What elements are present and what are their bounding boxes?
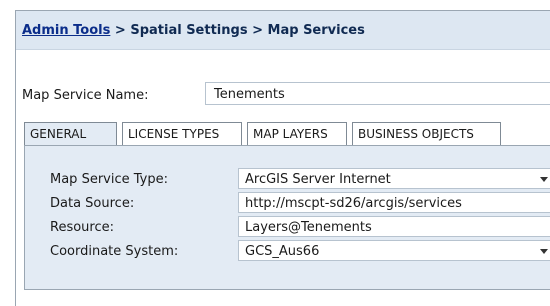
map-service-type-value: ArcGIS Server Internet [245, 172, 391, 187]
breadcrumb-item-spatial-settings: Spatial Settings [130, 23, 248, 38]
breadcrumb: Admin Tools > Spatial Settings > Map Ser… [22, 23, 365, 38]
tab-map-layers[interactable]: MAP LAYERS [247, 122, 347, 145]
map-service-type-select[interactable]: ArcGIS Server Internet [238, 168, 550, 189]
coordinate-system-value: GCS_Aus66 [245, 244, 320, 259]
breadcrumb-separator: > [114, 23, 126, 38]
chevron-down-icon [540, 177, 548, 182]
breadcrumb-bar: Admin Tools > Spatial Settings > Map Ser… [16, 11, 550, 50]
chevron-down-icon [540, 249, 548, 254]
map-service-name-label: Map Service Name: [22, 88, 149, 103]
resource-input[interactable]: Layers@Tenements [238, 216, 550, 237]
tab-general[interactable]: GENERAL [24, 122, 117, 146]
breadcrumb-item-map-services: Map Services [267, 23, 365, 38]
tab-license-types[interactable]: LICENSE TYPES [122, 122, 242, 145]
map-service-name-input[interactable]: Tenements [205, 82, 550, 105]
breadcrumb-separator: > [252, 23, 263, 38]
data-source-input[interactable]: http://mscpt-sd26/arcgis/services [238, 192, 550, 213]
map-service-type-label: Map Service Type: [50, 172, 168, 187]
breadcrumb-link-admin-tools[interactable]: Admin Tools [22, 23, 110, 38]
data-source-label: Data Source: [50, 196, 135, 211]
resource-label: Resource: [50, 220, 114, 235]
coordinate-system-label: Coordinate System: [50, 244, 179, 259]
coordinate-system-select[interactable]: GCS_Aus66 [238, 240, 550, 261]
tab-business-objects[interactable]: BUSINESS OBJECTS [352, 122, 501, 145]
